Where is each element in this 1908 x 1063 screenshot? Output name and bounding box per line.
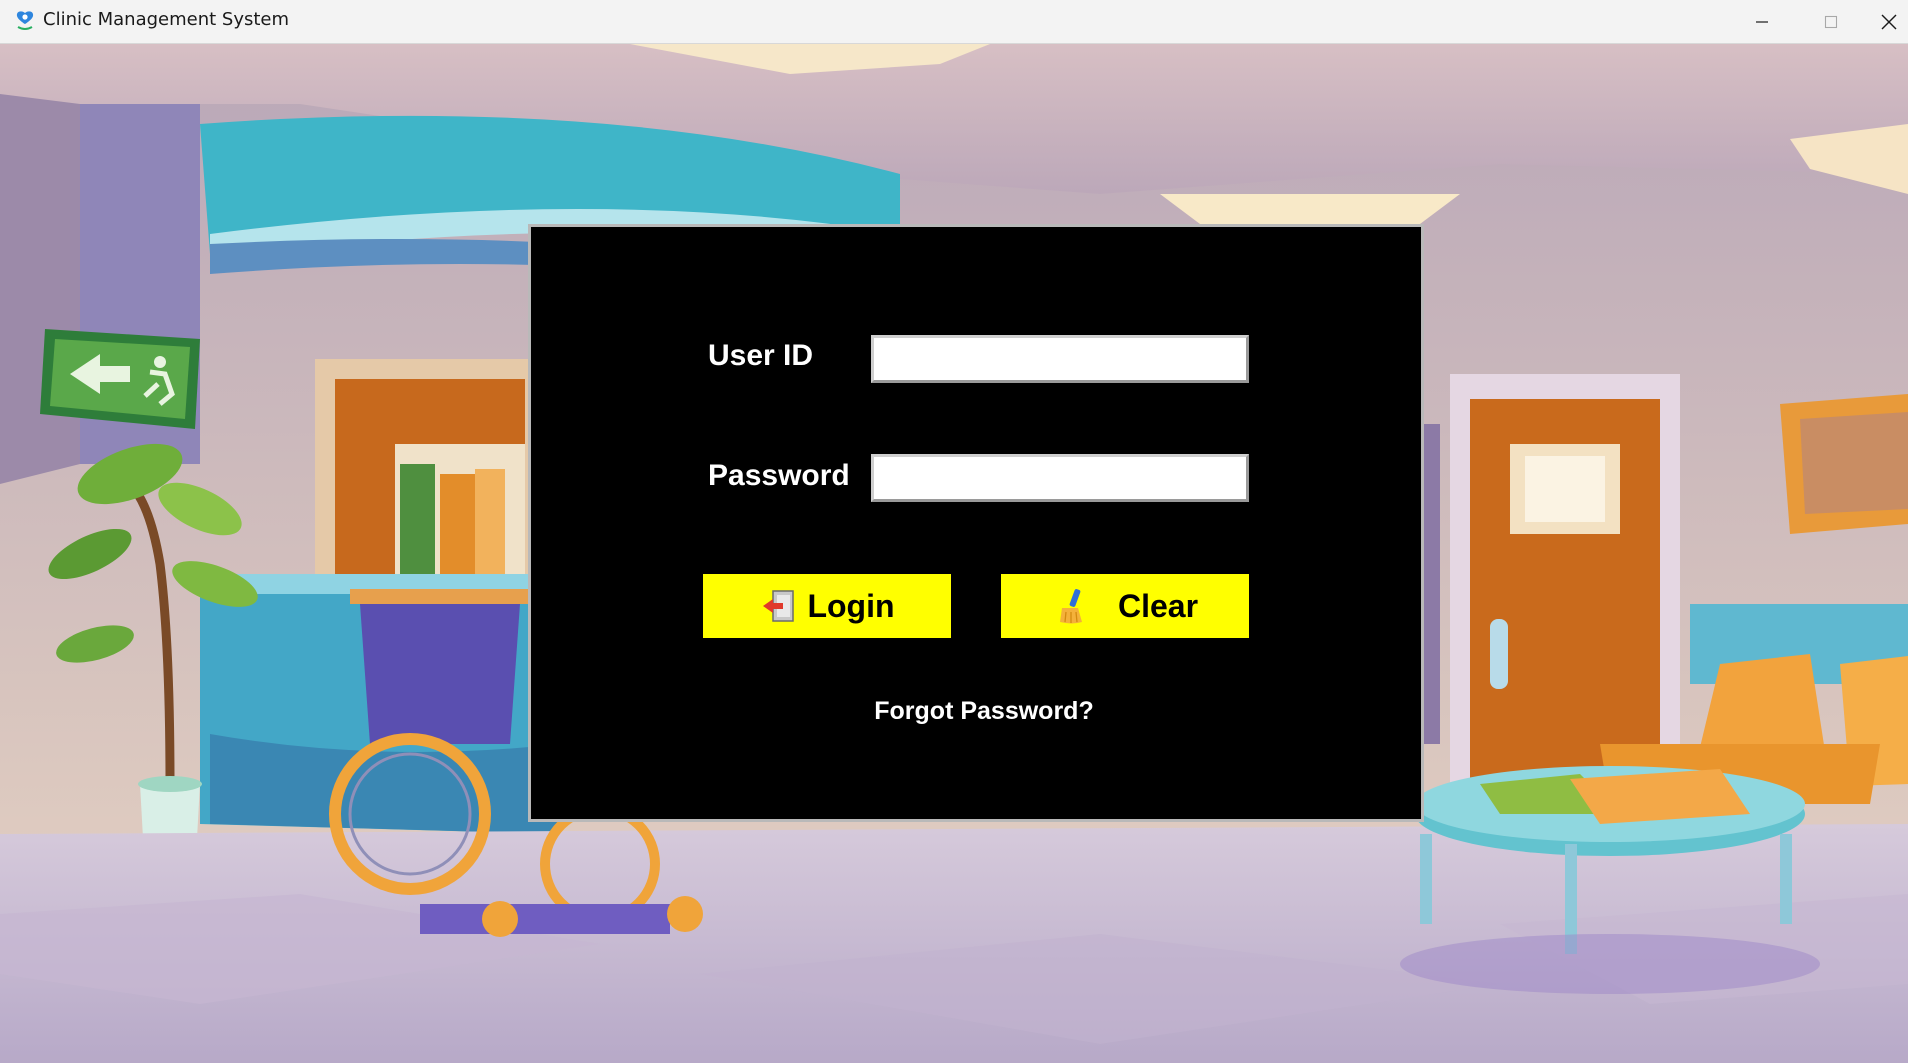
password-label: Password xyxy=(708,459,850,492)
clinic-app-icon xyxy=(14,10,36,32)
password-input[interactable] xyxy=(871,454,1249,502)
maximize-icon xyxy=(1824,15,1838,29)
close-button[interactable] xyxy=(1870,0,1908,44)
login-button[interactable]: Login xyxy=(703,574,951,638)
login-button-label: Login xyxy=(807,587,895,624)
clear-button-label: Clear xyxy=(1117,587,1199,624)
minimize-button[interactable] xyxy=(1733,0,1791,44)
exit-sign-icon xyxy=(40,329,200,429)
user-id-input[interactable] xyxy=(871,335,1249,383)
window-title: Clinic Management System xyxy=(43,9,290,30)
window-title-bar[interactable]: Clinic Management System xyxy=(0,0,1908,44)
door-exit-icon xyxy=(763,590,795,622)
forgot-password-link[interactable]: Forgot Password? xyxy=(531,697,1421,726)
user-id-label: User ID xyxy=(708,339,814,372)
close-icon xyxy=(1881,14,1897,30)
maximize-button[interactable] xyxy=(1802,0,1860,44)
minimize-icon xyxy=(1756,21,1768,23)
clear-button[interactable]: Clear xyxy=(1001,574,1249,638)
login-panel: User ID Password Login Clear Forgot Pass… xyxy=(528,224,1424,822)
forgot-password-label: Forgot Password? xyxy=(874,697,1094,725)
broom-icon xyxy=(1059,589,1082,624)
